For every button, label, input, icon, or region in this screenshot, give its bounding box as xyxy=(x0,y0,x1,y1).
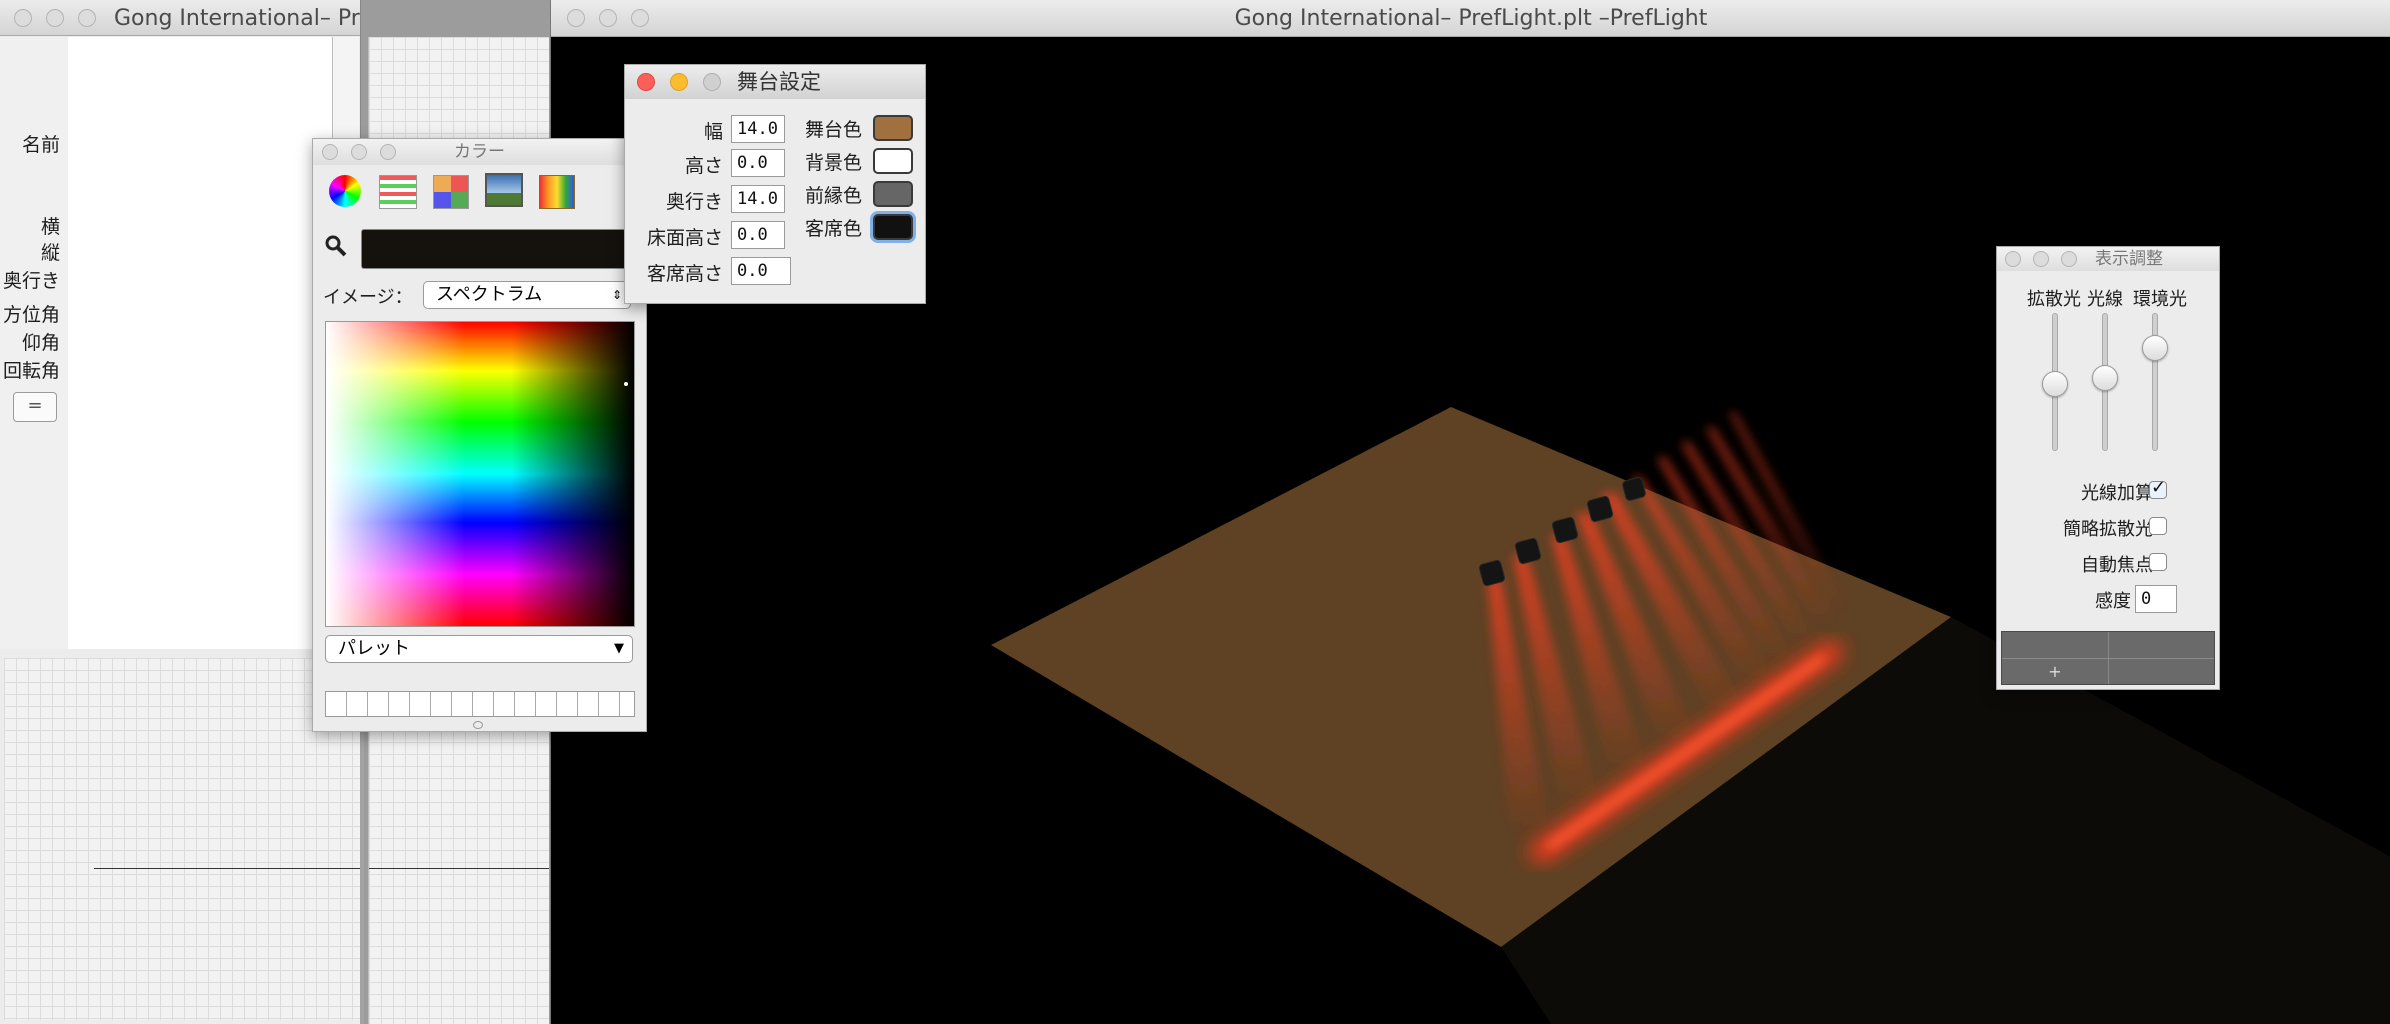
equals-button[interactable]: = xyxy=(13,392,57,422)
spectrum-cursor[interactable] xyxy=(624,382,628,386)
left-window-title: Gong International– PrefLight.plt –Pre..… xyxy=(114,6,360,31)
palette-select-value: パレット xyxy=(338,638,410,659)
main-window-title: Gong International– PrefLight.plt –PrefL… xyxy=(1234,6,1708,31)
diffuse-slider-knob[interactable] xyxy=(2042,371,2068,397)
magnifier-icon[interactable] xyxy=(325,235,347,257)
crayons-icon[interactable] xyxy=(539,175,575,209)
stage-settings-title: 舞台設定 xyxy=(737,70,821,94)
close-icon[interactable] xyxy=(2005,251,2021,267)
palette-select[interactable]: パレット ▼ xyxy=(325,635,633,663)
current-color-well[interactable] xyxy=(361,229,635,269)
color-palettes-icon[interactable] xyxy=(433,175,469,209)
updown-arrow-icon: ⇕ xyxy=(611,288,622,302)
add-preset-button[interactable]: + xyxy=(2002,659,2108,684)
close-icon[interactable] xyxy=(637,73,655,91)
plan-grid-baseline xyxy=(94,868,360,869)
label-name: 名前 xyxy=(21,134,60,156)
beam-label: 光線 xyxy=(2087,289,2123,310)
audience-color-swatch[interactable] xyxy=(873,214,913,240)
main-window-titlebar: Gong International– PrefLight.plt –PrefL… xyxy=(551,0,2390,37)
height-label: 高さ xyxy=(684,155,723,177)
color-panel-title: カラー xyxy=(454,142,505,162)
color-sliders-icon[interactable] xyxy=(379,175,417,209)
diffuse-label: 拡散光 xyxy=(2027,289,2081,310)
display-adjust-title: 表示調整 xyxy=(2095,249,2163,269)
image-palettes-icon[interactable] xyxy=(485,173,523,207)
inspector-list[interactable] xyxy=(68,37,333,649)
ambient-label: 環境光 xyxy=(2133,289,2187,310)
audience-color-label: 客席色 xyxy=(805,218,863,240)
image-label: イメージ： xyxy=(323,287,413,308)
background-color-label: 背景色 xyxy=(805,152,863,174)
minimize-icon[interactable] xyxy=(2033,251,2049,267)
zoom-icon[interactable] xyxy=(78,9,96,27)
plan-grid-view[interactable] xyxy=(4,658,360,1020)
edge-color-label: 前縁色 xyxy=(805,185,863,207)
background-color-swatch[interactable] xyxy=(873,148,913,174)
color-wheel-icon[interactable] xyxy=(329,175,361,207)
beam-slider-knob[interactable] xyxy=(2092,365,2118,391)
zoom-icon[interactable] xyxy=(631,9,649,27)
label-width: 横 xyxy=(40,216,60,238)
depth-label: 奥行き xyxy=(665,191,723,213)
beam-add-label: 光線加算 xyxy=(2081,483,2153,504)
sensitivity-label: 感度 xyxy=(2095,591,2131,612)
minimize-icon[interactable] xyxy=(46,9,64,27)
floor-height-field[interactable]: 0.0 xyxy=(731,221,785,249)
zoom-icon[interactable] xyxy=(380,144,396,160)
left-window: Gong International– PrefLight.plt –Pre..… xyxy=(0,0,364,1024)
close-icon[interactable] xyxy=(322,144,338,160)
label-height: 縦 xyxy=(40,242,60,264)
minimize-icon[interactable] xyxy=(670,73,688,91)
color-panel: カラー イメージ： スペクトラム ⇕ パレット ▼ xyxy=(312,138,647,732)
beam-add-checkbox[interactable]: ✓ xyxy=(2149,477,2167,499)
height-field[interactable]: 0.0 xyxy=(731,149,785,177)
display-adjust-titlebar: 表示調整 xyxy=(1997,247,2219,271)
stage-color-swatch[interactable] xyxy=(873,115,913,141)
image-select-value: スペクトラム xyxy=(436,284,543,305)
close-icon[interactable] xyxy=(14,9,32,27)
preset-table-vdivider xyxy=(2108,632,2109,684)
simple-diffuse-checkbox[interactable] xyxy=(2149,517,2167,535)
checkmark-icon: ✓ xyxy=(2151,477,2167,498)
auto-focus-label: 自動焦点 xyxy=(2081,555,2153,576)
add-preset-label: + xyxy=(2048,662,2062,681)
width-field[interactable]: 14.0 xyxy=(731,115,785,143)
audience-height-field[interactable]: 0.0 xyxy=(731,257,791,285)
label-azimuth: 方位角 xyxy=(2,304,60,326)
image-select[interactable]: スペクトラム ⇕ xyxy=(423,281,631,309)
zoom-icon[interactable] xyxy=(703,73,721,91)
stage-settings-panel: 舞台設定 幅 14.0 高さ 0.0 奥行き 14.0 床面高さ 0.0 客席高… xyxy=(624,64,926,304)
label-elevation: 仰角 xyxy=(21,332,60,354)
side-grid-baseline xyxy=(369,868,549,869)
label-depth: 奥行き xyxy=(2,270,60,292)
depth-field[interactable]: 14.0 xyxy=(731,185,785,213)
spectrum-picker[interactable] xyxy=(325,321,635,627)
zoom-icon[interactable] xyxy=(2061,251,2077,267)
label-rotation: 回転角 xyxy=(2,360,60,382)
edge-color-swatch[interactable] xyxy=(873,181,913,207)
floor-height-label: 床面高さ xyxy=(646,227,723,249)
minimize-icon[interactable] xyxy=(351,144,367,160)
preset-table[interactable]: + xyxy=(2001,631,2215,685)
simple-diffuse-label: 簡略拡散光 xyxy=(2063,519,2153,540)
width-label: 幅 xyxy=(703,121,723,143)
sensitivity-field[interactable]: 0 xyxy=(2135,585,2177,613)
audience-height-label: 客席高さ xyxy=(646,263,723,285)
ambient-slider-knob[interactable] xyxy=(2142,335,2168,361)
resize-handle[interactable] xyxy=(473,721,483,729)
dropdown-arrow-icon: ▼ xyxy=(614,641,624,656)
ambient-slider-track[interactable] xyxy=(2152,313,2158,451)
minimize-icon[interactable] xyxy=(599,9,617,27)
equals-button-label: = xyxy=(27,395,43,416)
display-adjust-panel: 表示調整 拡散光 光線 環境光 光線加算 ✓ 簡略拡散光 自動焦点 感度 0 + xyxy=(1996,246,2220,690)
auto-focus-checkbox[interactable] xyxy=(2149,553,2167,571)
close-icon[interactable] xyxy=(567,9,585,27)
color-swatch-strip[interactable] xyxy=(325,691,635,717)
stage-color-label: 舞台色 xyxy=(805,119,863,141)
